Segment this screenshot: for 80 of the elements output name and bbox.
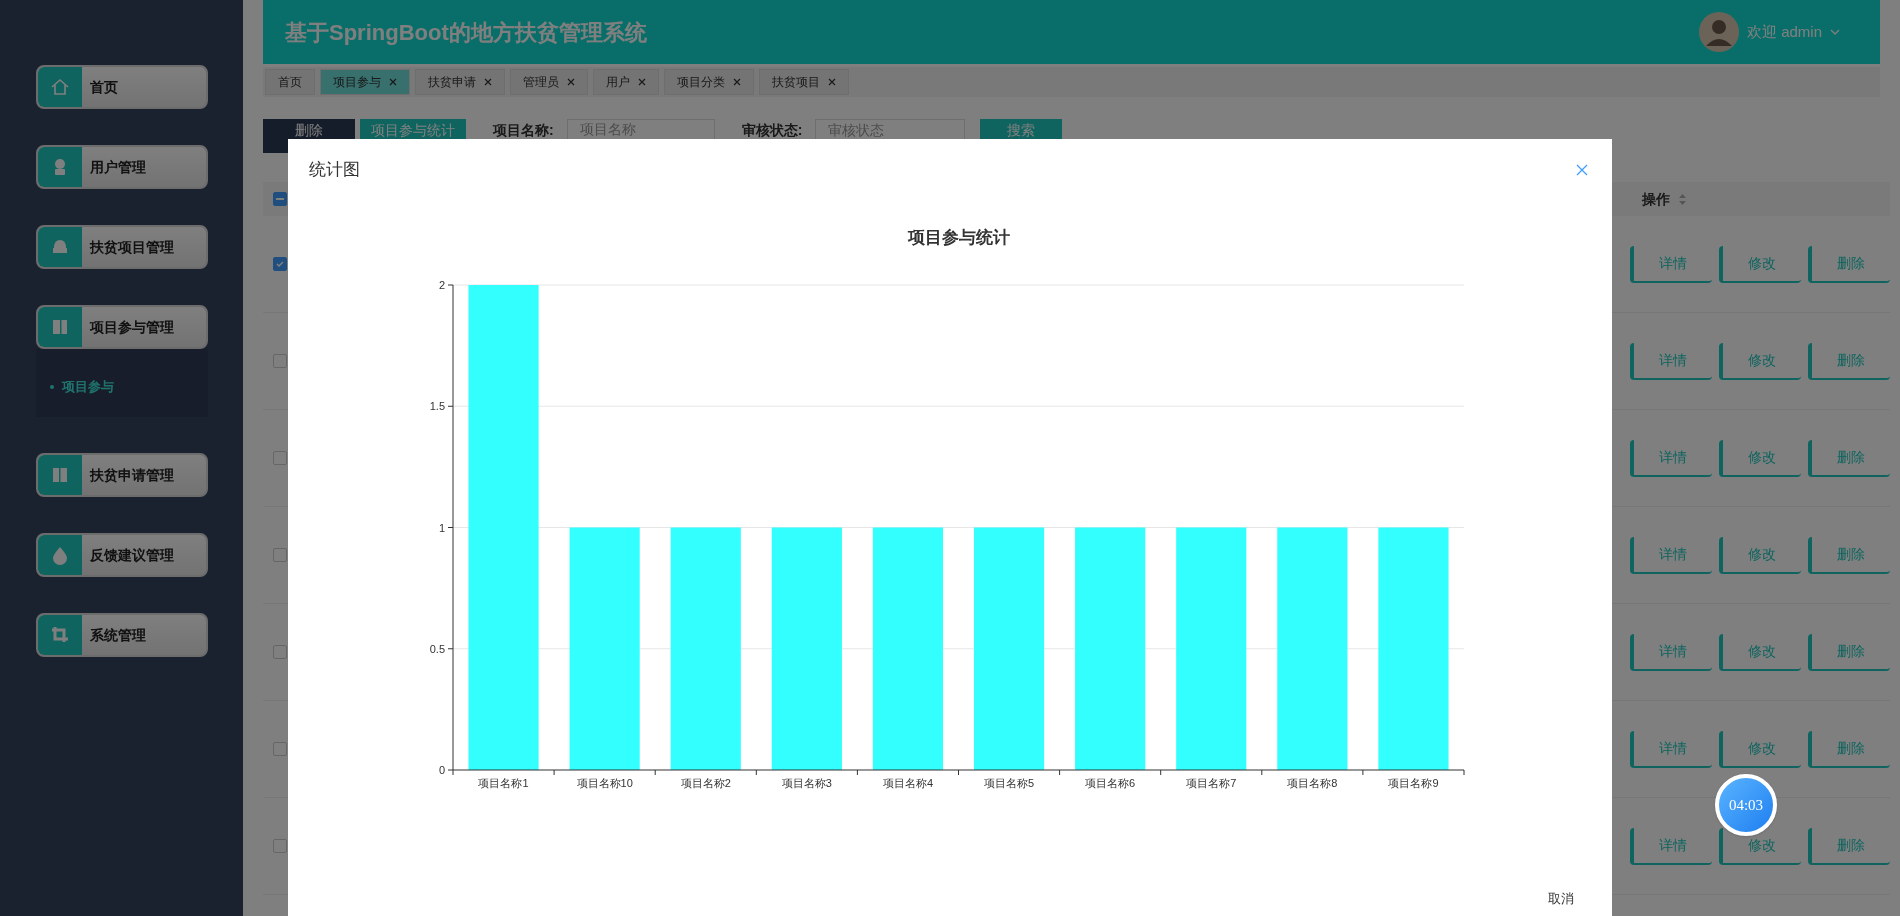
action-button[interactable]: 详情 [1630,536,1712,574]
tab[interactable]: 扶贫项目 [759,69,849,95]
action-button[interactable]: 修改 [1719,827,1801,865]
axis-tick-label: 0.5 [429,642,445,655]
action-button[interactable]: 删除 [1808,245,1890,283]
timer-text: 04:03 [1728,795,1764,815]
menu-item[interactable]: 扶贫申请管理 [36,453,208,497]
menu-item[interactable]: 首页 [36,65,208,109]
action-button[interactable]: 详情 [1630,245,1712,283]
action-button[interactable]: 详情 [1630,633,1712,671]
column-header[interactable]: 操作 [1642,188,1670,210]
tab[interactable]: 管理员 [510,69,588,95]
close-icon[interactable] [828,78,836,86]
house-icon [49,76,71,98]
action-button[interactable]: 删除 [1808,730,1890,768]
close-icon[interactable] [567,78,575,86]
axis-tick-label: 项目名称2 [680,776,731,789]
action-button[interactable]: 修改 [1719,439,1801,477]
select-all-checkbox[interactable] [273,192,287,206]
checkmark-icon [275,259,285,269]
axis-tick-label: 项目名称3 [781,776,832,789]
axis-tick-label: 1 [438,521,445,533]
menu-item[interactable]: 系统管理 [36,613,208,657]
axis-tick-label: 项目名称6 [1085,776,1136,789]
action-button[interactable]: 详情 [1630,439,1712,477]
tab[interactable]: 扶贫申请 [415,69,505,95]
close-icon[interactable] [389,78,397,86]
axis-tick-label: 1.5 [429,399,445,412]
axis-tick-label: 项目名称9 [1388,776,1439,789]
tab[interactable]: 项目分类 [664,69,754,95]
action-button[interactable]: 删除 [1808,342,1890,380]
menu-item[interactable]: 反馈建议管理 [36,533,208,577]
close-icon[interactable] [1576,163,1588,176]
app-title: 基于SpringBoot的地方扶贫管理系统 [285,18,647,47]
axis-tick-label: 项目名称1 [478,776,529,789]
tab[interactable]: 用户 [593,69,659,95]
dash-icon [276,198,284,200]
chevron-down-icon[interactable] [1830,27,1840,37]
action-button[interactable]: 修改 [1719,245,1801,283]
action-button[interactable]: 修改 [1719,730,1801,768]
avatar-icon[interactable] [1698,12,1739,52]
axis-tick-label: 项目名称8 [1287,776,1338,789]
action-button[interactable]: 详情 [1630,342,1712,380]
action-button[interactable]: 删除 [1808,633,1890,671]
welcome-text[interactable]: 欢迎 admin [1746,20,1822,44]
close-icon[interactable] [484,78,492,86]
menu-item[interactable]: 用户管理 [36,145,208,189]
menu-item[interactable]: 扶贫项目管理 [36,225,208,269]
action-button[interactable]: 修改 [1719,342,1801,380]
submenu-item[interactable]: 项目参与 [36,377,208,397]
dialog-title: 统计图 [309,159,360,181]
tab[interactable]: 首页 [265,69,315,95]
action-button[interactable]: 详情 [1630,730,1712,768]
action-button[interactable]: 删除 [1808,827,1890,865]
close-icon[interactable] [638,78,646,86]
row-checkbox[interactable] [273,257,287,271]
filter-label: 项目名称: [493,122,554,138]
action-button[interactable]: 删除 [1808,439,1890,477]
row-checkbox[interactable] [273,548,287,562]
axis-tick-label: 项目名称10 [576,776,633,789]
tab[interactable]: 项目参与 [320,69,410,95]
axis-tick-label: 项目名称5 [984,776,1035,789]
axis-tick-label: 0 [438,763,445,776]
action-button[interactable]: 详情 [1630,827,1712,865]
row-checkbox[interactable] [273,742,287,756]
row-checkbox[interactable] [273,839,287,853]
axis-tick-label: 2 [438,278,445,291]
filter-label: 审核状态: [741,122,803,138]
action-button[interactable]: 删除 [1808,536,1890,574]
axis-tick-label: 项目名称4 [882,776,933,789]
close-icon[interactable] [733,78,741,86]
row-checkbox[interactable] [273,354,287,368]
action-button[interactable]: 修改 [1719,633,1801,671]
row-checkbox[interactable] [273,451,287,465]
axis-tick-label: 项目名称7 [1186,776,1237,789]
action-button[interactable]: 修改 [1719,536,1801,574]
row-checkbox[interactable] [273,645,287,659]
chart-title: 项目参与统计 [907,227,1010,247]
menu-item[interactable]: 项目参与管理 [36,305,208,349]
sort-icon[interactable] [1678,192,1687,206]
